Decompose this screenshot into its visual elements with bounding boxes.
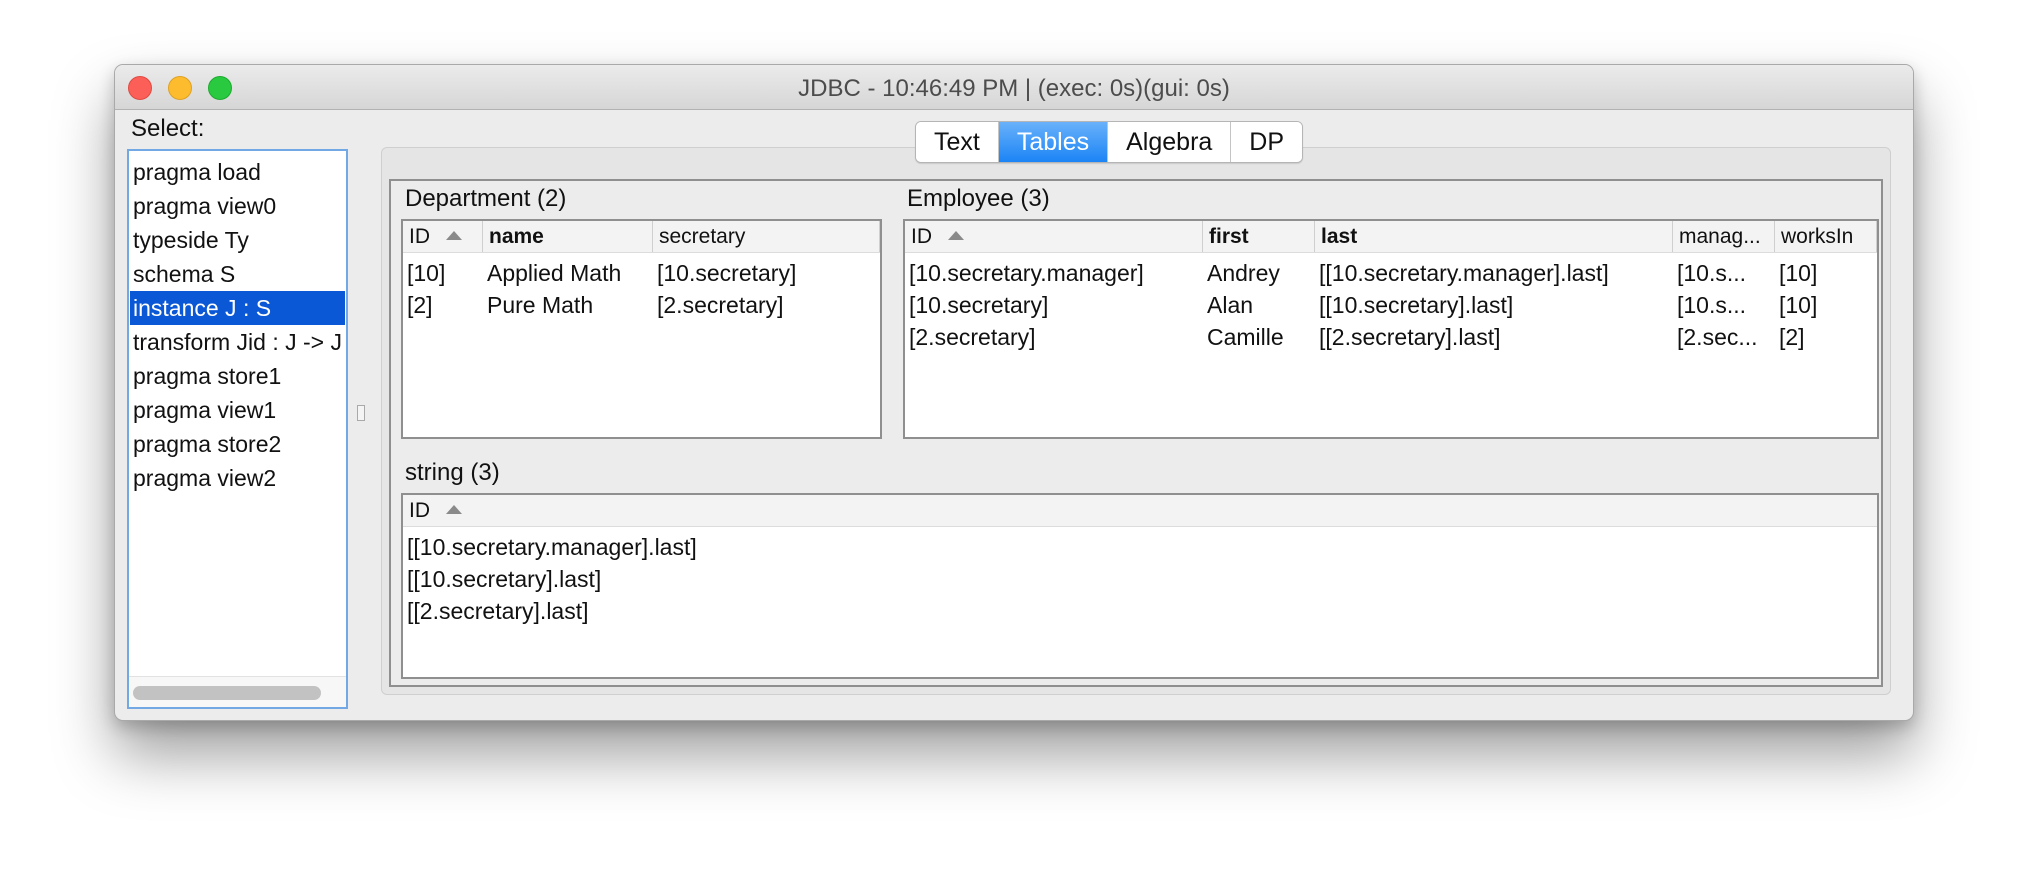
column-header-last[interactable]: last [1315, 221, 1673, 252]
column-header-secretary[interactable]: secretary [653, 221, 880, 252]
table-header: ID name secretary [403, 221, 880, 253]
table-cell[interactable]: [2.secretary] [653, 289, 880, 321]
title-bar[interactable]: JDBC - 10:46:49 PM | (exec: 0s)(gui: 0s) [115, 65, 1913, 110]
table-cell[interactable]: [[10.secretary.manager].last] [403, 531, 1877, 563]
column-header-id[interactable]: ID [905, 221, 1203, 252]
table-header: ID [403, 495, 1877, 527]
tab-text[interactable]: Text [916, 122, 998, 162]
employee-table[interactable]: ID first last manag... worksIn [10.secre… [903, 219, 1879, 439]
list-item-pragma-load[interactable]: pragma load [130, 155, 345, 189]
list-item-pragma-view2[interactable]: pragma view2 [130, 461, 345, 495]
table-cell[interactable]: [[2.secretary].last] [1315, 321, 1673, 353]
sort-ascending-icon [446, 505, 462, 514]
department-title: Department (2) [405, 185, 567, 212]
tab-bar: Text Tables Algebra DP [915, 121, 1304, 163]
table-cell[interactable]: Camille [1203, 321, 1315, 353]
table-cell[interactable]: [10.s... [1673, 257, 1775, 289]
tab-algebra[interactable]: Algebra [1107, 122, 1231, 162]
column-header-id[interactable]: ID [403, 221, 483, 252]
column-header-worksin[interactable]: worksIn [1775, 221, 1877, 252]
table-cell[interactable]: [2.sec... [1673, 321, 1775, 353]
sort-ascending-icon [948, 231, 964, 240]
list-item-typeside[interactable]: typeside Ty [130, 223, 345, 257]
horizontal-scrollbar[interactable] [129, 676, 346, 707]
list-item-pragma-store2[interactable]: pragma store2 [130, 427, 345, 461]
table-cell[interactable]: [2.secretary] [905, 321, 1203, 353]
department-table[interactable]: ID name secretary [10] Applied Math [10.… [401, 219, 882, 439]
window-title: JDBC - 10:46:49 PM | (exec: 0s)(gui: 0s) [798, 75, 1230, 102]
selection-list[interactable]: pragma load pragma view0 typeside Ty sch… [127, 149, 348, 709]
select-label: Select: [131, 115, 205, 142]
column-label: ID [911, 225, 932, 248]
table-cell[interactable]: [2] [403, 289, 483, 321]
app-window: JDBC - 10:46:49 PM | (exec: 0s)(gui: 0s)… [114, 64, 1914, 721]
table-cell[interactable]: [10] [1775, 257, 1877, 289]
table-cell[interactable]: [[2.secretary].last] [403, 595, 1877, 627]
table-cell[interactable]: Applied Math [483, 257, 653, 289]
list-item-pragma-view1[interactable]: pragma view1 [130, 393, 345, 427]
list-item-instance-selected[interactable]: instance J : S [130, 291, 345, 325]
string-table[interactable]: ID [[10.secretary.manager].last] [[10.se… [401, 493, 1879, 679]
column-header-id[interactable]: ID [403, 495, 1877, 526]
table-cell[interactable]: [10.s... [1673, 289, 1775, 321]
list-item-transform[interactable]: transform Jid : J -> J [130, 325, 345, 359]
employee-title: Employee (3) [907, 185, 1050, 212]
table-cell[interactable]: [10.secretary] [653, 257, 880, 289]
table-cell[interactable]: [10.secretary.manager] [905, 257, 1203, 289]
list-item-pragma-store1[interactable]: pragma store1 [130, 359, 345, 393]
table-cell[interactable]: [2] [1775, 321, 1877, 353]
table-cell[interactable]: [10] [1775, 289, 1877, 321]
tab-dp[interactable]: DP [1230, 122, 1303, 162]
sort-ascending-icon [446, 231, 462, 240]
table-cell[interactable]: Andrey [1203, 257, 1315, 289]
table-cell[interactable]: [10] [403, 257, 483, 289]
table-cell[interactable]: [[10.secretary].last] [1315, 289, 1673, 321]
string-title: string (3) [405, 459, 500, 486]
column-header-manager[interactable]: manag... [1673, 221, 1775, 252]
column-header-first[interactable]: first [1203, 221, 1315, 252]
table-cell[interactable]: Alan [1203, 289, 1315, 321]
scrollbar-thumb[interactable] [133, 686, 321, 700]
tab-tables[interactable]: Tables [997, 122, 1108, 162]
table-cell[interactable]: Pure Math [483, 289, 653, 321]
split-pane-divider[interactable] [357, 405, 365, 421]
list-item-schema[interactable]: schema S [130, 257, 345, 291]
table-header: ID first last manag... worksIn [905, 221, 1877, 253]
list-item-pragma-view0[interactable]: pragma view0 [130, 189, 345, 223]
column-label: ID [409, 225, 430, 248]
table-cell[interactable]: [[10.secretary].last] [403, 563, 1877, 595]
table-cell[interactable]: [[10.secretary.manager].last] [1315, 257, 1673, 289]
column-header-name[interactable]: name [483, 221, 653, 252]
tables-content: Department (2) ID name secretary [10] Ap… [389, 179, 1883, 687]
column-label: ID [409, 499, 430, 522]
table-cell[interactable]: [10.secretary] [905, 289, 1203, 321]
